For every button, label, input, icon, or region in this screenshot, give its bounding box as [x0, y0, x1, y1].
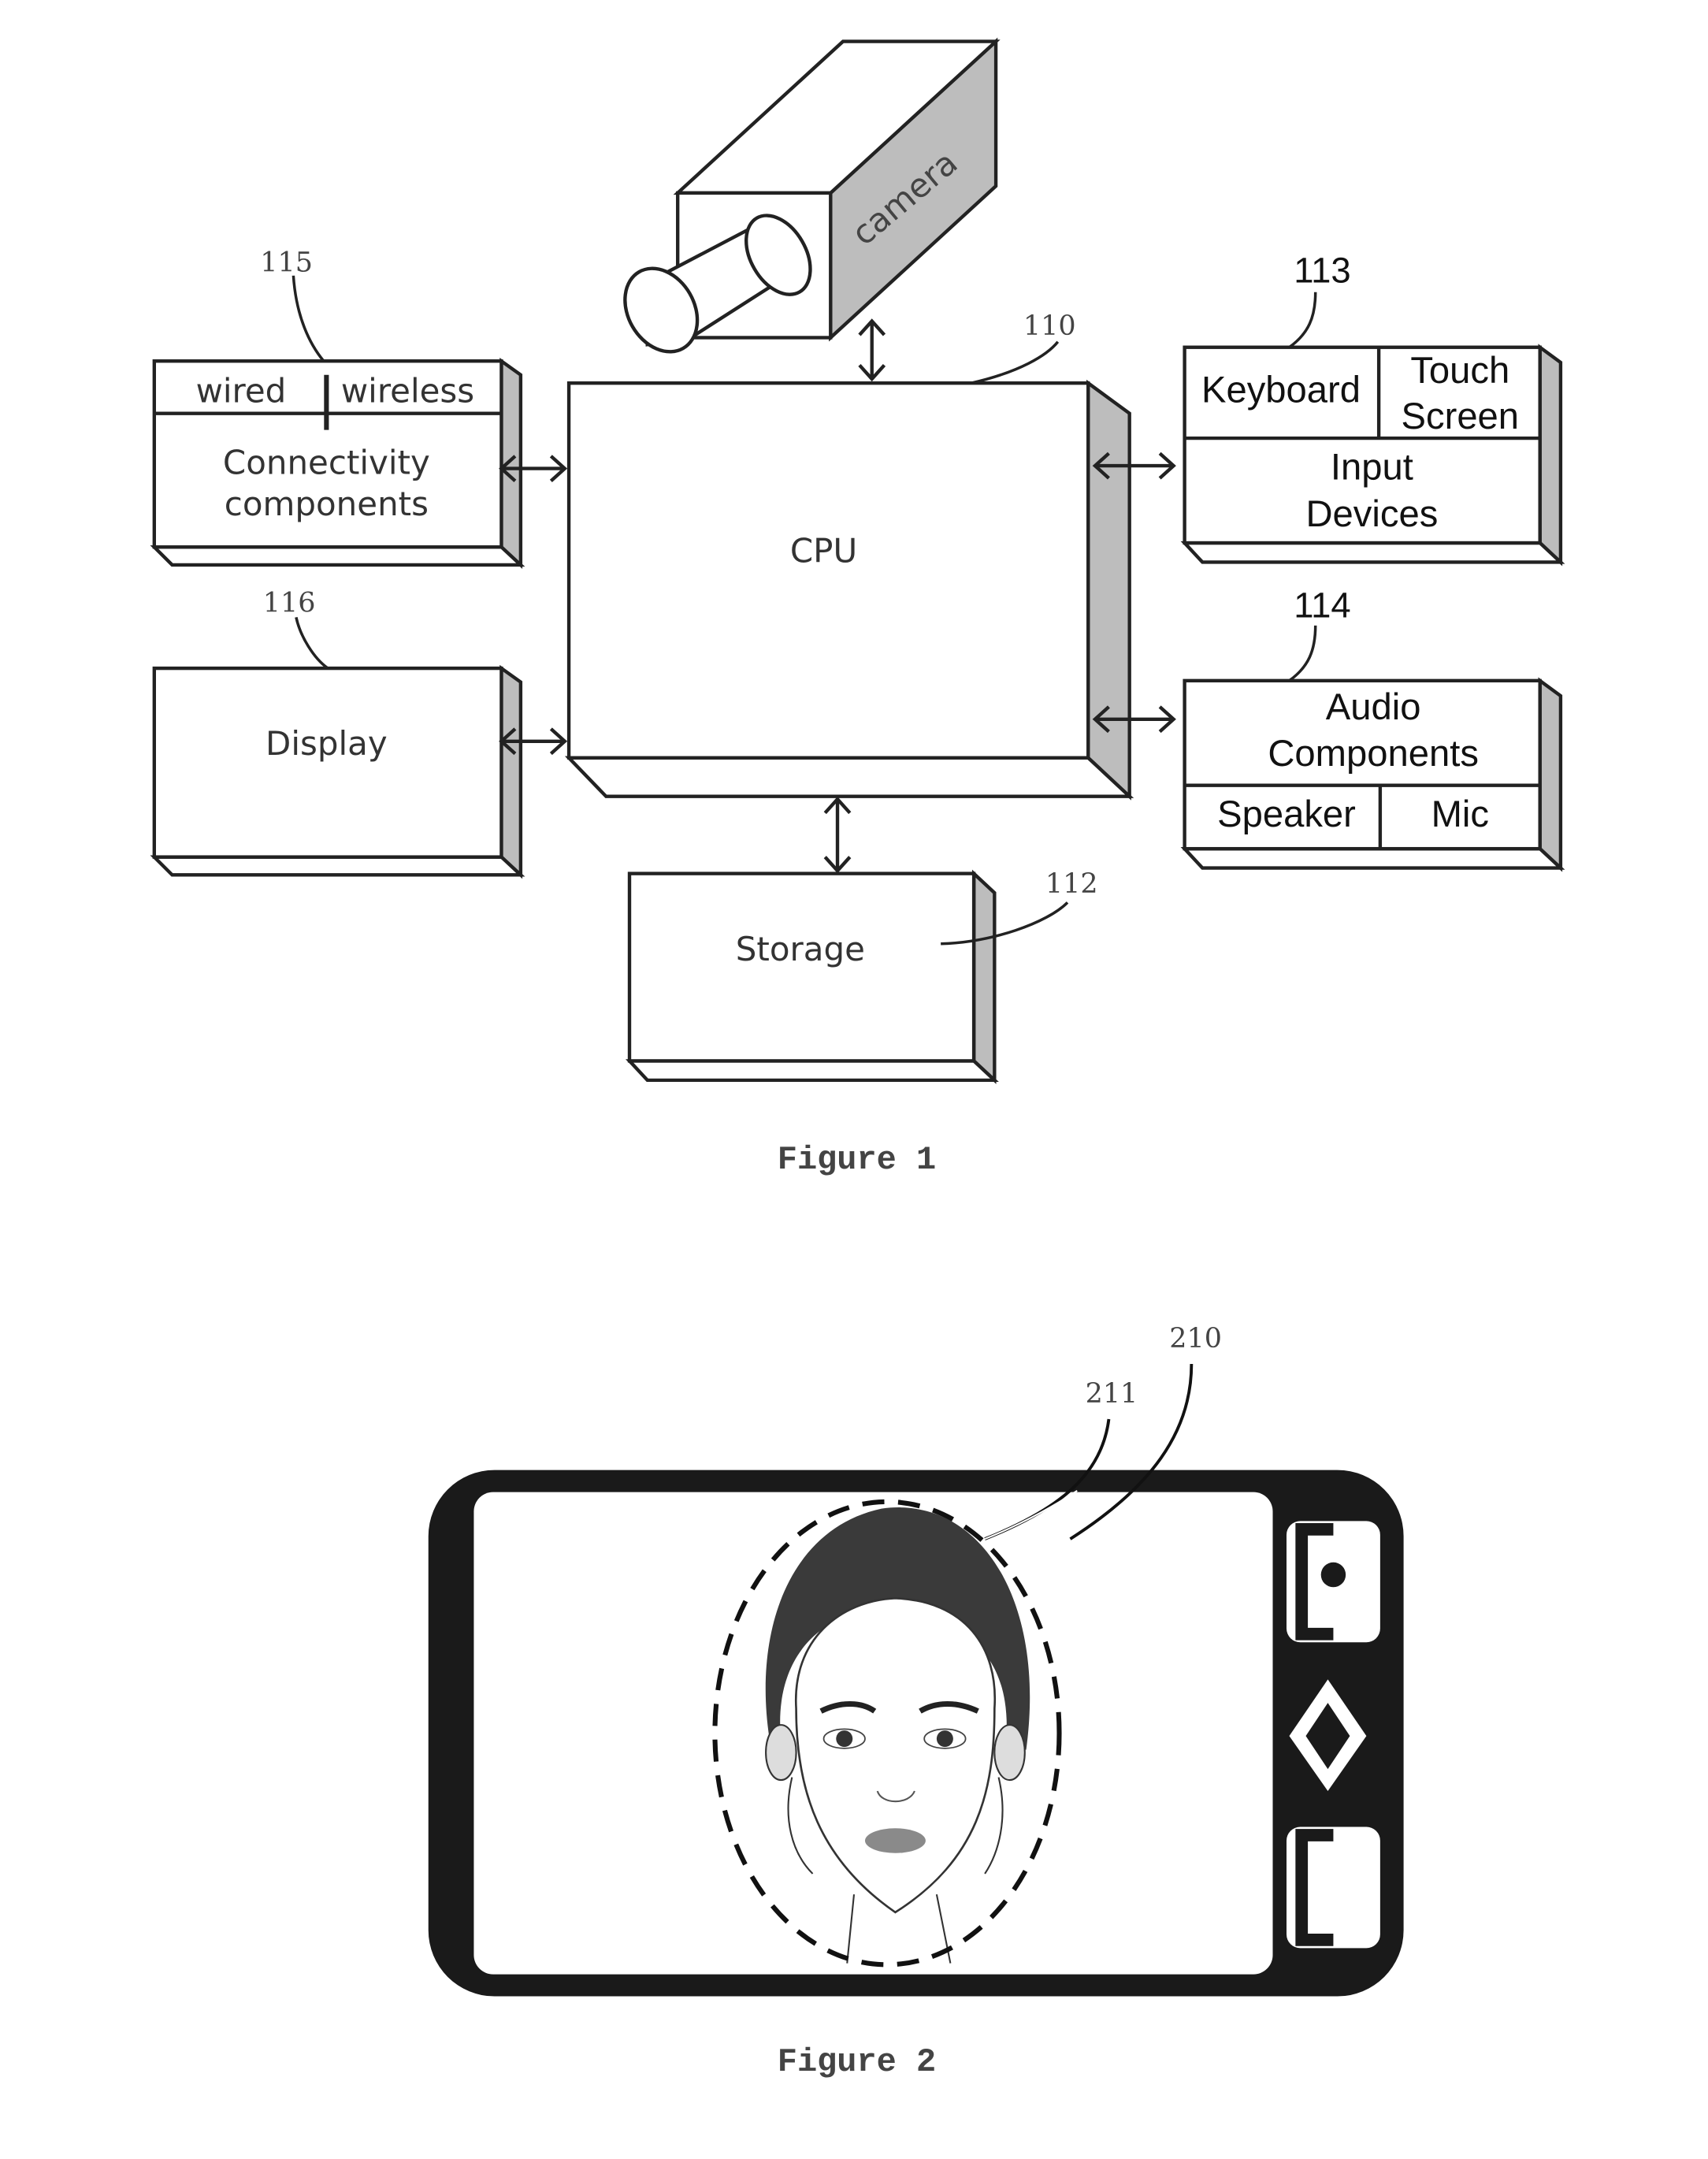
speaker-label: Speaker — [1217, 793, 1356, 835]
back-button-icon[interactable] — [1286, 1826, 1380, 1949]
connectivity-ref: 115 — [260, 247, 313, 279]
cpu-audio-arrow — [1092, 705, 1176, 734]
figure-1: camera CPU 110 wired wireless Connectivi… — [150, 37, 1565, 1179]
screen-ref: 210 — [1169, 1323, 1222, 1354]
figure-2-caption: Figure 2 — [778, 2043, 936, 2081]
camera-button-icon[interactable] — [1286, 1521, 1380, 1643]
connectivity-block: wired wireless Connectivity components 1… — [150, 247, 525, 569]
storage-label: Storage — [736, 930, 865, 968]
touch-screen-label-2: Screen — [1402, 396, 1520, 437]
figure-1-caption: Figure 1 — [778, 1141, 936, 1179]
audio-label-1: Audio — [1326, 686, 1421, 728]
cpu-storage-arrow — [823, 796, 852, 874]
connectivity-cpu-arrow — [499, 455, 568, 482]
storage-ref: 112 — [1045, 868, 1098, 900]
patent-figures: camera CPU 110 wired wireless Connectivi… — [150, 37, 1565, 2081]
connectivity-wireless: wireless — [341, 372, 474, 411]
cpu-ref: 110 — [1023, 310, 1076, 342]
cpu-block: CPU 110 — [564, 310, 1134, 801]
display-block: Display 116 — [150, 587, 525, 879]
input-devices-label-2: Devices — [1305, 493, 1438, 535]
keyboard-label: Keyboard — [1201, 370, 1361, 411]
camera-icon: camera — [623, 37, 1001, 354]
face-outline-ref: 211 — [1086, 1378, 1138, 1410]
connectivity-label-2: components — [225, 485, 429, 523]
audio-label-2: Components — [1268, 733, 1479, 775]
display-ref: 116 — [263, 587, 316, 619]
figure-2: 211 210 Figure 2 — [428, 1323, 1404, 2081]
input-devices-label-1: Input — [1331, 447, 1413, 489]
connectivity-wired: wired — [196, 372, 287, 411]
input-devices-block: Keyboard Touch Screen Input Devices 113 — [1180, 251, 1565, 567]
mic-label: Mic — [1431, 793, 1489, 835]
touch-screen-label-1: Touch — [1410, 350, 1509, 392]
connectivity-label-1: Connectivity — [223, 444, 430, 482]
cpu-input-arrow — [1092, 451, 1176, 480]
display-cpu-arrow — [499, 727, 568, 756]
audio-components-block: Audio Components Speaker Mic 114 — [1180, 585, 1565, 872]
input-devices-ref: 113 — [1294, 251, 1350, 291]
camera-cpu-arrow — [858, 318, 886, 382]
display-label: Display — [265, 724, 388, 763]
storage-block: Storage 112 — [626, 868, 1098, 1084]
cpu-label: CPU — [790, 531, 857, 570]
audio-ref: 114 — [1294, 585, 1350, 625]
